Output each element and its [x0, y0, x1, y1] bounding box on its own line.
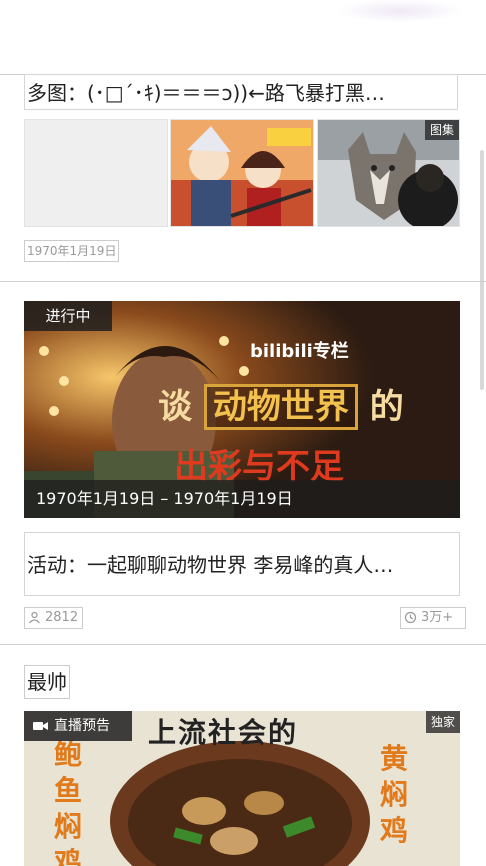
- gallery-thumb-3[interactable]: 图集: [317, 119, 460, 227]
- gallery-card[interactable]: 多图：(･□´･ｷ)＝＝＝ɔ))←路飞暴打黑… 图集 1970年1月19日: [0, 0, 486, 281]
- date-range: 1970年1月19日 – 1970年1月19日: [24, 480, 460, 518]
- gallery-title[interactable]: 多图：(･□´･ｷ)＝＝＝ɔ))←路飞暴打黑…: [24, 74, 458, 110]
- gallery-thumb-2[interactable]: [170, 119, 314, 227]
- banner-heading-1: 谈 动物世界 的: [158, 379, 404, 430]
- participants-count: 2812: [24, 607, 84, 629]
- image-left-text: 鲍鱼焖鸡: [54, 738, 83, 866]
- person-icon: [29, 611, 40, 624]
- live-badge: 直播预告: [24, 711, 132, 741]
- banner-heading-suffix: 的: [369, 387, 404, 427]
- divider: [0, 644, 486, 645]
- activity-banner[interactable]: bilibili专栏 谈 动物世界 的 出彩与不足 进行中 1970年1月19日…: [24, 301, 460, 518]
- anime-illustration: [171, 120, 313, 226]
- gallery-thumb-1[interactable]: [24, 119, 168, 227]
- exclusive-badge: 独家: [425, 711, 460, 733]
- section-title: 最帅: [24, 665, 70, 699]
- banner-brand: bilibili专栏: [250, 341, 349, 362]
- views-value: 3万+: [421, 610, 454, 625]
- live-preview-image[interactable]: 上流社会的 鲍鱼焖鸡 黄焖鸡 直播预告 独家: [24, 711, 460, 866]
- status-badge: 进行中: [24, 301, 112, 331]
- live-badge-label: 直播预告: [54, 718, 110, 734]
- activity-title[interactable]: 活动：一起聊聊动物世界 李易峰的真人…: [24, 532, 460, 596]
- banner-heading-main: 动物世界: [203, 384, 358, 430]
- participants-value: 2812: [45, 610, 79, 625]
- clock-icon: [404, 611, 417, 624]
- image-top-text: 上流社会的: [148, 716, 299, 749]
- views-count: 3万+: [400, 607, 466, 629]
- image-right-text: 黄焖鸡: [380, 742, 409, 847]
- banner-heading-prefix: 谈: [158, 387, 192, 427]
- gallery-badge: 图集: [424, 120, 459, 140]
- camera-icon: [33, 722, 48, 730]
- gallery-date: 1970年1月19日: [24, 240, 120, 262]
